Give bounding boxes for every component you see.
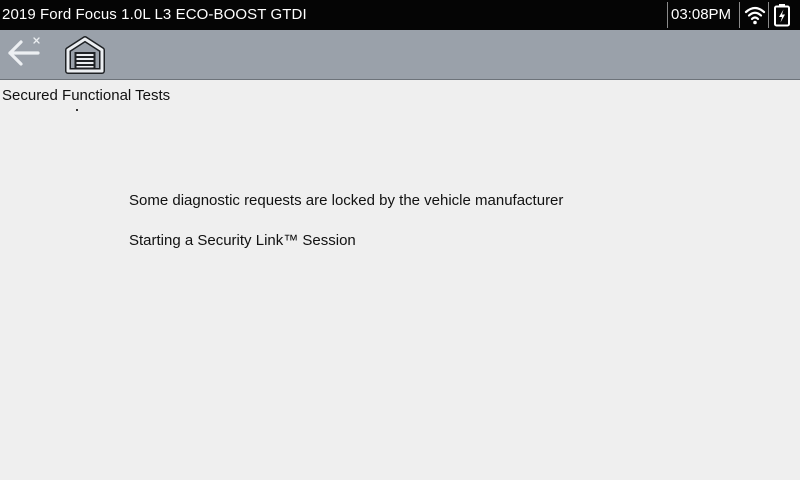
toolbar-divider: [0, 79, 800, 80]
wifi-icon: [744, 4, 766, 26]
clock: 03:08PM: [671, 6, 732, 23]
page-title: Secured Functional Tests: [2, 87, 171, 104]
title-mark: [76, 109, 78, 111]
security-link-message: Starting a Security Link™ Session: [129, 232, 356, 249]
back-arrow-icon: [8, 37, 40, 66]
status-divider: [739, 2, 740, 28]
vehicle-title: 2019 Ford Focus 1.0L L3 ECO-BOOST GTDI: [2, 6, 307, 23]
status-bar: 2019 Ford Focus 1.0L L3 ECO-BOOST GTDI 0…: [0, 0, 800, 30]
screen: 2019 Ford Focus 1.0L L3 ECO-BOOST GTDI 0…: [0, 0, 800, 480]
status-divider: [768, 2, 769, 28]
back-button[interactable]: [6, 36, 44, 72]
status-divider: [667, 2, 668, 28]
home-button[interactable]: [64, 35, 106, 75]
garage-home-icon: [65, 36, 105, 74]
locked-requests-message: Some diagnostic requests are locked by t…: [129, 192, 564, 209]
battery-charging-icon: [772, 3, 792, 27]
toolbar: [0, 30, 800, 79]
